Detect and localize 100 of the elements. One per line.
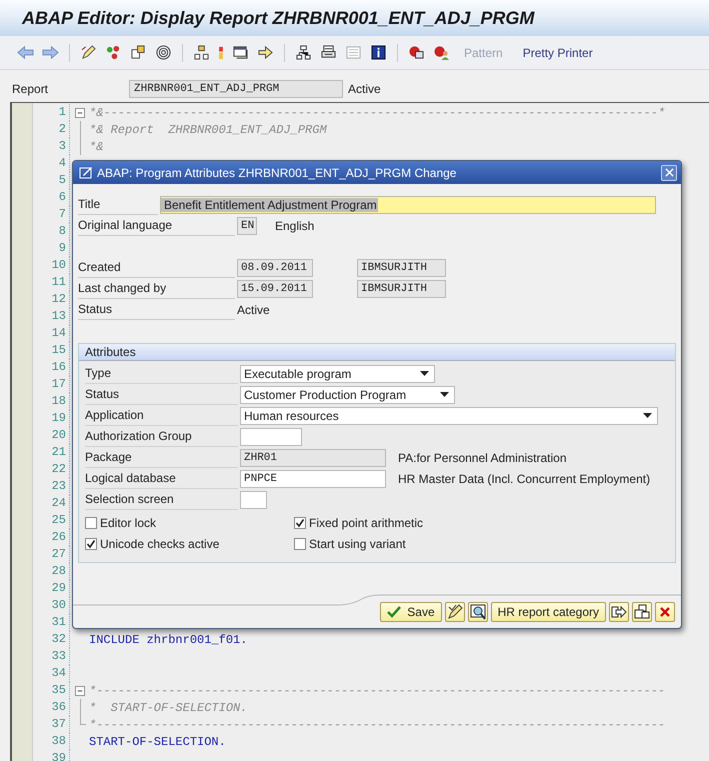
dropdown[interactable]: Customer Production Program [240, 386, 455, 404]
dialog-title: ABAP: Program Attributes ZHRBNR001_ENT_ADJ_PRGM Change [97, 166, 458, 180]
field-label: Type [85, 363, 238, 384]
dots-icon[interactable] [105, 45, 122, 60]
line-number: 28 [33, 563, 70, 580]
line-number: 3 [33, 138, 70, 155]
line-number: 16 [33, 359, 70, 376]
caret-icon [420, 371, 429, 376]
line-number: 33 [33, 648, 70, 665]
field-label: Last changed by [78, 278, 235, 299]
caret-icon [440, 392, 449, 397]
language-name: English [275, 218, 314, 232]
line-number: 13 [33, 308, 70, 325]
line-number: 20 [33, 427, 70, 444]
cross-icon [659, 606, 671, 618]
line-number: 39 [33, 750, 70, 761]
user-field[interactable]: IBMSURJITH [357, 280, 446, 298]
line-number: 15 [33, 342, 70, 359]
hierarchy-icon[interactable] [193, 45, 210, 60]
marker-icon[interactable] [218, 45, 224, 60]
line-number: 10 [33, 257, 70, 274]
date-field[interactable]: 15.09.2011 [237, 280, 313, 298]
checkbox[interactable] [294, 516, 306, 528]
line-number: 22 [33, 461, 70, 478]
line-number: 4 [33, 155, 70, 172]
date-field[interactable]: 08.09.2011 [237, 258, 313, 276]
tree-icon[interactable] [295, 45, 312, 60]
field-label: Logical database [85, 468, 238, 489]
field-label: Status [78, 299, 235, 320]
input-field[interactable] [240, 490, 267, 508]
field-label: Authorization Group [85, 426, 238, 447]
line-number: 36 [33, 699, 70, 716]
pencil-icon[interactable] [80, 45, 97, 60]
field-label: Status [85, 384, 238, 405]
line-number: 25 [33, 512, 70, 529]
line-number: 7 [33, 206, 70, 223]
code-line: * START-OF-SELECTION. [89, 700, 248, 714]
field-description: HR Master Data (Incl. Concurrent Employment) [398, 472, 650, 486]
report-status: Active [348, 82, 381, 96]
title-field[interactable]: Benefit Entitlement Adjustment Program [160, 196, 656, 214]
printer-icon[interactable] [320, 45, 337, 60]
field-label: Package [85, 447, 238, 468]
info-icon[interactable] [370, 45, 387, 60]
fold-guide [80, 699, 81, 716]
arrow-box-icon[interactable] [257, 45, 274, 60]
field-label: Application [85, 405, 238, 426]
collapse-icon[interactable] [75, 108, 85, 118]
report-category-button[interactable]: HR report category [490, 602, 606, 622]
stop-window-icon[interactable] [408, 45, 425, 60]
magnifier-icon[interactable] [468, 602, 488, 622]
pencil-check-icon[interactable] [444, 602, 465, 622]
user-field[interactable]: IBMSURJITH [357, 258, 446, 276]
language-field[interactable]: EN [237, 216, 257, 234]
code-line: *& Report ZHRBNR001_ENT_ADJ_PRGM [89, 122, 327, 136]
save-button[interactable]: Save [380, 602, 442, 622]
input-field[interactable]: PNPCE [240, 470, 386, 488]
group-title: Attributes [85, 345, 136, 359]
dropdown[interactable]: Executable program [240, 364, 435, 382]
field-label: Created [78, 257, 235, 278]
stop-user-icon[interactable] [433, 45, 450, 60]
code-line: *&-----------------------------------------------------------------------------* [89, 106, 666, 120]
checkbox-label: Unicode checks active [100, 536, 220, 550]
checkbox[interactable] [85, 538, 97, 550]
close-button[interactable] [661, 164, 677, 180]
line-number: 9 [33, 240, 70, 257]
line-number: 23 [33, 478, 70, 495]
status-value: Active [237, 302, 270, 316]
forward-arrow-icon[interactable] [42, 45, 59, 60]
window-title: ABAP Editor: Display Report ZHRBNR001_ENT_ADJ_PRGM [22, 8, 534, 28]
line-number: 5 [33, 172, 70, 189]
back-arrow-icon[interactable] [17, 45, 34, 60]
line-number: 6 [33, 189, 70, 206]
objects-icon[interactable] [130, 45, 147, 60]
code-line: *------------------------------------------------------------------------------- [89, 684, 666, 698]
stacked-windows-icon[interactable] [632, 602, 652, 622]
line-number: 18 [33, 393, 70, 410]
line-number: 2 [33, 121, 70, 138]
input-field[interactable]: ZHR01 [240, 448, 386, 466]
spiral-icon[interactable] [155, 45, 172, 60]
check-icon [387, 606, 402, 618]
line-number: 8 [33, 223, 70, 240]
line-number: 14 [33, 325, 70, 342]
toolbar-button[interactable]: Pretty Printer [516, 46, 599, 60]
checkbox[interactable] [85, 516, 97, 528]
window-icon[interactable] [232, 45, 249, 60]
input-field[interactable] [240, 428, 302, 446]
field-description: PA:for Personnel Administration [398, 450, 567, 464]
line-number: 38 [33, 733, 70, 750]
collapse-icon[interactable] [75, 686, 85, 696]
report-field[interactable]: ZHRBNR001_ENT_ADJ_PRGM [129, 80, 343, 98]
arrow-box-icon[interactable] [609, 602, 629, 622]
checkbox[interactable] [294, 538, 306, 550]
edit-form-icon [79, 166, 93, 180]
line-number: 26 [33, 529, 70, 546]
line-number: 34 [33, 665, 70, 682]
code-line: *& [89, 140, 104, 154]
cancel-button[interactable] [655, 602, 675, 622]
line-number: 11 [33, 274, 70, 291]
dropdown[interactable]: Human resources [240, 406, 658, 424]
field-label: Title [78, 194, 158, 215]
